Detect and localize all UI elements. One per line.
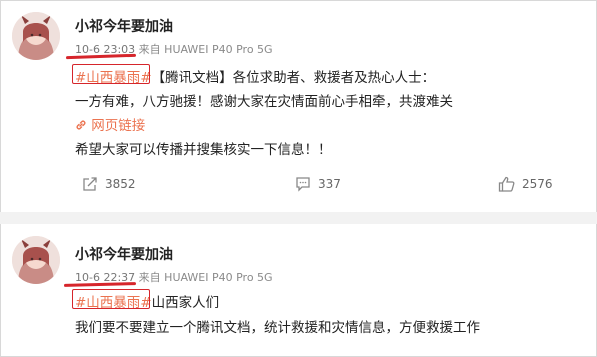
username[interactable]: 小祁今年要加油 — [75, 16, 173, 36]
like-button[interactable]: 2576 — [498, 176, 553, 192]
link-icon — [76, 120, 86, 130]
post-title-text: 【腾讯文档】各位求助者、救援者及热心人士： — [151, 70, 436, 86]
feed-divider — [0, 212, 597, 224]
post-line-2: 一方有难，八方驰援！感谢大家在灾情面前心手相牵，共渡难关 — [75, 94, 453, 110]
share-icon — [83, 177, 97, 191]
annotation-box — [72, 289, 150, 309]
thumbs-up-icon — [498, 176, 515, 192]
username[interactable]: 小祁今年要加油 — [75, 244, 173, 264]
web-link-label: 网页链接 — [91, 118, 146, 134]
annotation-box — [72, 64, 150, 84]
share-button[interactable]: 3852 — [82, 176, 136, 192]
post-title-text: 山西家人们 — [151, 295, 220, 311]
post-line-3: 网页链接 — [75, 114, 145, 134]
avatar[interactable] — [12, 236, 60, 284]
avatar[interactable] — [12, 12, 60, 60]
web-link[interactable]: 网页链接 — [75, 118, 145, 134]
post-actions: 3852 337 2576 — [0, 176, 597, 196]
post-line-4: 希望大家可以传播并搜集核实一下信息！！ — [75, 142, 332, 158]
share-count: 3852 — [105, 177, 136, 191]
post-source: 来自 HUAWEI P40 Pro 5G — [138, 43, 273, 56]
like-count: 2576 — [522, 177, 553, 191]
comment-count: 337 — [318, 177, 341, 191]
post-line-2: 我们要不要建立一个腾讯文档，统计救援和灾情信息，方便救援工作 — [75, 320, 480, 336]
post-source: 来自 HUAWEI P40 Pro 5G — [138, 271, 273, 284]
comment-icon — [296, 177, 310, 192]
comment-button[interactable]: 337 — [295, 176, 341, 192]
